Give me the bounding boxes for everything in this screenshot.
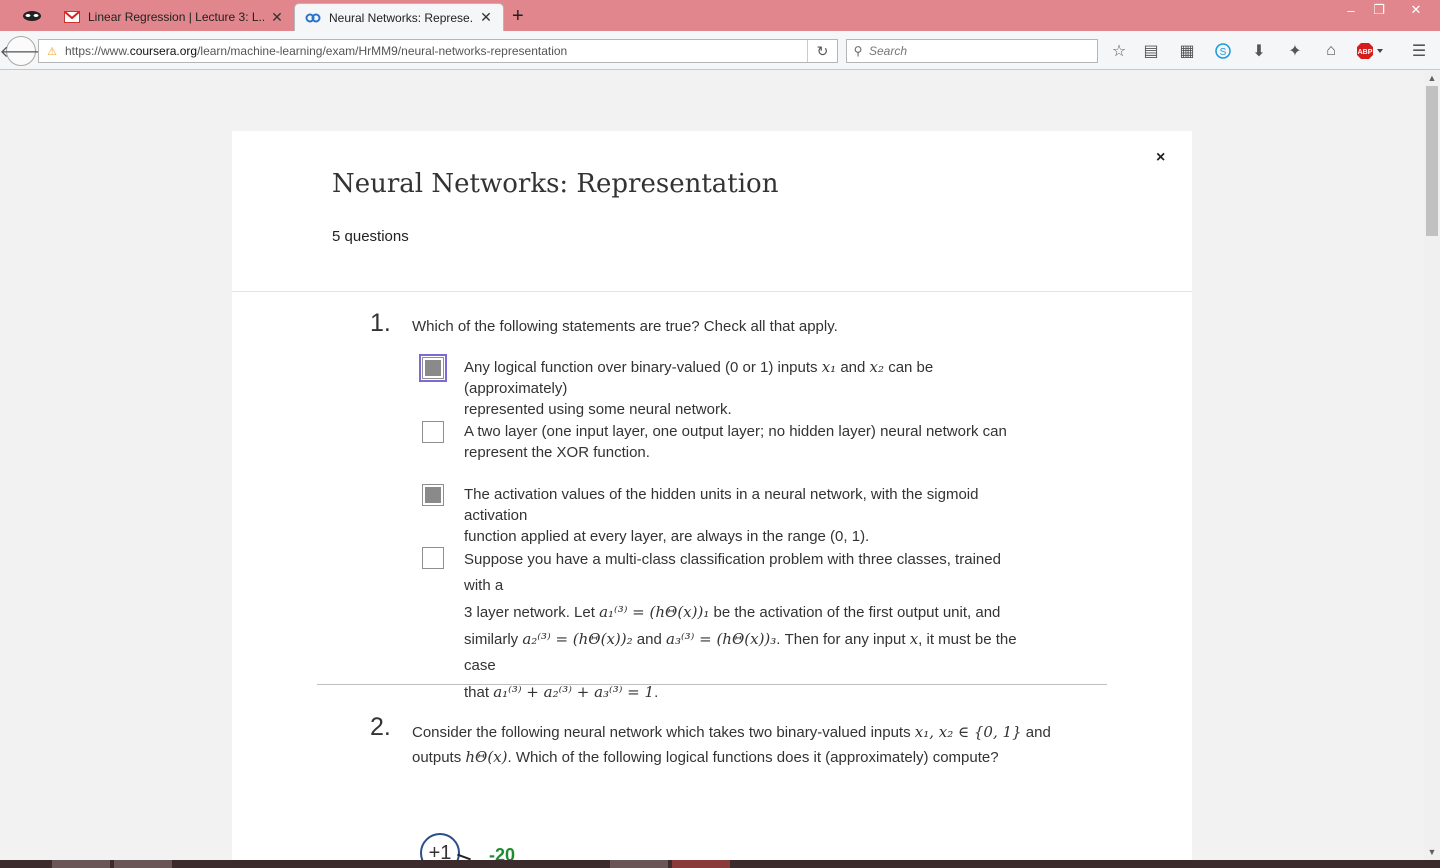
restore-button[interactable]: ❐ — [1362, 0, 1396, 20]
home-icon[interactable]: ⌂ — [1320, 41, 1342, 61]
page-content: × Neural Networks: Representation 5 ques… — [0, 71, 1424, 860]
svg-text:ABP: ABP — [1358, 49, 1373, 56]
checkbox[interactable] — [419, 354, 447, 382]
new-tab-button[interactable]: + — [512, 5, 524, 28]
gmail-icon — [64, 10, 80, 24]
weight-label: -20 — [489, 845, 516, 860]
reading-list-icon[interactable]: ▤ — [1140, 41, 1162, 61]
back-button[interactable]: 🡐 — [0, 36, 42, 66]
tab-neural-networks[interactable]: Neural Networks: Represe... ✕ — [294, 3, 504, 31]
extension-icon[interactable]: ✦ — [1284, 41, 1306, 61]
bias-node: +1 — [420, 833, 460, 860]
option-text: The activation values of the hidden unit… — [464, 486, 979, 545]
option-text: Suppose you have a multi-class classific… — [464, 551, 1017, 701]
private-browsing-mask-icon — [23, 11, 41, 21]
scroll-up-icon[interactable]: ▲ — [1424, 71, 1440, 86]
taskbar-item[interactable] — [114, 860, 172, 868]
search-icon: ⚲ — [853, 44, 863, 58]
question-number: 2. — [370, 713, 391, 741]
option-text: A two layer (one input layer, one output… — [464, 423, 1007, 461]
tab-title: Neural Networks: Represe... — [329, 10, 473, 25]
close-tab-icon[interactable]: ✕ — [270, 9, 284, 26]
question-divider — [317, 684, 1107, 685]
download-icon[interactable]: ⬇ — [1248, 41, 1270, 61]
checkbox[interactable] — [422, 421, 444, 443]
checkbox[interactable] — [422, 484, 444, 506]
search-placeholder: Search — [869, 44, 908, 58]
option-2[interactable]: A two layer (one input layer, one output… — [422, 421, 1022, 463]
taskbar-item[interactable] — [672, 860, 730, 868]
option-4[interactable]: Suppose you have a multi-class classific… — [422, 547, 1022, 706]
tab-bar: Linear Regression | Lecture 3: L... ✕ Ne… — [0, 0, 1440, 31]
menu-icon[interactable]: ☰ — [1408, 41, 1430, 61]
page-title: Neural Networks: Representation — [332, 169, 779, 199]
question-number: 1. — [370, 309, 391, 337]
skype-icon[interactable]: S — [1212, 41, 1234, 61]
question-prompt: Which of the following statements are tr… — [412, 318, 838, 335]
close-icon[interactable]: × — [1156, 149, 1165, 167]
scrollbar[interactable]: ▲ ▼ — [1424, 71, 1440, 860]
quiz-modal: × Neural Networks: Representation 5 ques… — [232, 131, 1192, 860]
star-icon[interactable]: ☆ — [1108, 41, 1130, 61]
url-domain: coursera.org — [129, 44, 198, 58]
scroll-down-icon[interactable]: ▼ — [1424, 845, 1440, 860]
tab-title: Linear Regression | Lecture 3: L... — [88, 10, 264, 24]
adblock-icon[interactable]: ABP — [1356, 41, 1386, 61]
taskbar-item[interactable] — [610, 860, 668, 868]
url-bar[interactable]: ⚠ https://www.coursera.org/learn/machine… — [38, 39, 838, 63]
question-prompt: Consider the following neural network wh… — [412, 723, 1051, 766]
tab-linear-regression[interactable]: Linear Regression | Lecture 3: L... ✕ — [54, 3, 294, 31]
taskbar-item[interactable] — [52, 860, 110, 868]
scroll-thumb[interactable] — [1426, 86, 1438, 236]
url-text: https://www.coursera.org/learn/machine-l… — [65, 44, 568, 58]
navigation-bar: 🡐 ⚠ https://www.coursera.org/learn/machi… — [0, 31, 1440, 70]
close-window-button[interactable]: ✕ — [1396, 0, 1436, 20]
os-taskbar — [0, 860, 1440, 868]
grid-icon[interactable]: ▦ — [1176, 41, 1198, 61]
svg-text:S: S — [1220, 47, 1227, 58]
search-input[interactable]: ⚲ Search — [846, 39, 1098, 63]
option-3[interactable]: The activation values of the hidden unit… — [422, 484, 1022, 547]
back-arrow-icon: 🡐 — [0, 43, 43, 61]
checkbox[interactable] — [422, 547, 444, 569]
option-text: Any logical function over binary-valued … — [464, 358, 934, 418]
reload-icon[interactable]: ↻ — [807, 40, 837, 62]
close-tab-icon[interactable]: ✕ — [479, 9, 493, 26]
divider — [232, 291, 1192, 292]
option-1[interactable]: Any logical function over binary-valued … — [419, 354, 1022, 420]
coursera-icon — [305, 11, 321, 25]
question-count: 5 questions — [332, 228, 409, 245]
mixed-content-lock-icon[interactable]: ⚠ — [39, 45, 65, 58]
